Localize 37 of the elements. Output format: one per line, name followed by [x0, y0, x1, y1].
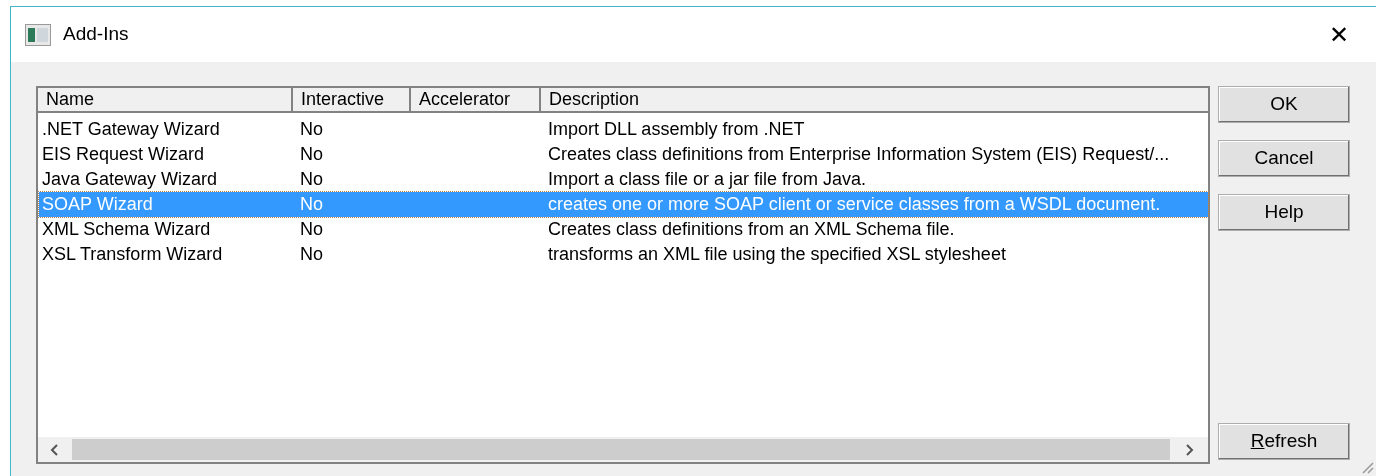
scrollbar-thumb[interactable]: [72, 439, 1170, 460]
table-cell: EIS Request Wizard: [42, 144, 205, 164]
table-cell-text: transforms an XML file using the specified XSL stylesheet: [547, 244, 1006, 264]
close-icon[interactable]: ✕: [1329, 22, 1349, 47]
table-cell-text: Import a class file or a jar file from Java.: [547, 169, 867, 189]
table-cell-text: Creates class definitions from an XML Schema file.: [547, 219, 955, 239]
resize-grip-icon[interactable]: [1360, 460, 1374, 474]
table-cell: XSL Transform Wizard: [42, 244, 223, 264]
list-row[interactable]: EIS Request Wizard No Creates class definitions from Enterprise Information System (EIS) Request/...: [39, 142, 1208, 167]
table-cell: XML Schema Wizard: [42, 219, 211, 239]
table-cell-text: No: [299, 119, 323, 139]
column-header[interactable]: Name: [38, 88, 293, 111]
table-cell: .NET Gateway Wizard: [42, 119, 220, 139]
table-cell-text: Import DLL assembly from .NET: [547, 119, 805, 139]
table-cell-text: No: [299, 219, 323, 239]
refresh-button[interactable]: Refresh: [1218, 423, 1350, 460]
column-header[interactable]: Accelerator: [411, 88, 541, 111]
table-cell-text: creates one or more SOAP client or service classes from a WSDL document.: [547, 194, 1161, 214]
help-button[interactable]: Help: [1218, 194, 1350, 231]
table-cell: Java Gateway Wizard: [42, 169, 218, 189]
window-icon: [25, 23, 51, 46]
list-row[interactable]: XML Schema Wizard No Creates class definitions from an XML Schema file.: [39, 217, 1208, 242]
table-cell-text: No: [299, 194, 323, 214]
table-cell-text: No: [299, 244, 323, 264]
ok-button[interactable]: OK: [1218, 86, 1350, 123]
table-cell-text: No: [299, 169, 323, 189]
window-title: Add-Ins: [63, 22, 129, 47]
list-row[interactable]: XSL Transform Wizard No transforms an XML file using the specified XSL stylesheet: [39, 242, 1208, 267]
column-header[interactable]: Interactive: [293, 88, 411, 111]
horizontal-scrollbar[interactable]: [38, 437, 1208, 462]
cancel-button[interactable]: Cancel: [1218, 140, 1350, 177]
table-cell-text: Creates class definitions from Enterprise Information System (EIS) Request/...: [547, 144, 1170, 164]
list-row[interactable]: .NET Gateway Wizard No Import DLL assembly from .NET: [39, 117, 1208, 142]
table-cell-text: No: [299, 144, 323, 164]
list-row[interactable]: Java Gateway Wizard No Import a class file or a jar file from Java.: [39, 167, 1208, 192]
column-header[interactable]: Description: [541, 88, 1210, 111]
table-cell: SOAP Wizard: [42, 194, 153, 214]
